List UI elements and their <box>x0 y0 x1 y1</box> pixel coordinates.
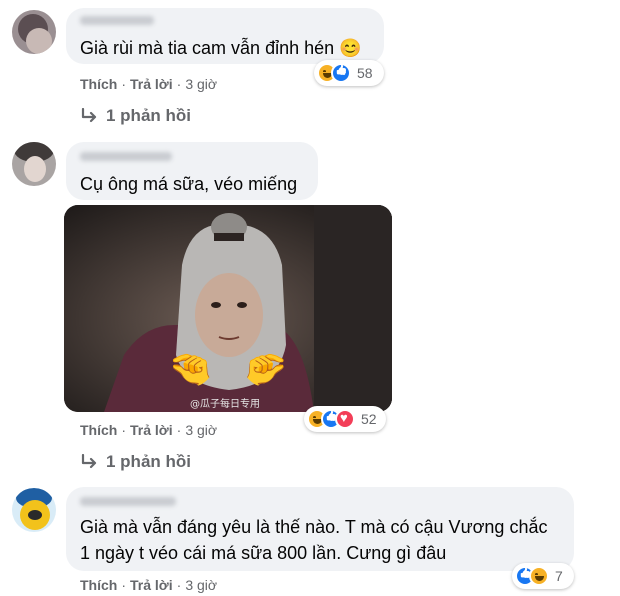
avatar[interactable] <box>12 488 56 532</box>
reply-arrow-icon <box>81 108 97 123</box>
comment-text-line: 1 ngày t véo cái má sữa 800 lần. Cưng gì… <box>80 543 447 563</box>
comment-actions: Thích · Trả lời · 3 giờ <box>80 577 218 593</box>
reply-button[interactable]: Trả lời <box>130 76 173 92</box>
pinch-hand-right-icon: 🤏 <box>244 348 289 389</box>
comment-text: Già rùi mà tia cam vẫn đỉnh hén 😊 <box>80 38 362 58</box>
reaction-count: 58 <box>357 65 373 81</box>
reaction-summary[interactable]: 7 <box>512 563 574 589</box>
smile-emoji-icon: 😊 <box>339 38 362 58</box>
like-reaction-icon <box>331 63 351 83</box>
comment-bubble: Già rùi mà tia cam vẫn đỉnh hén 😊 <box>66 8 384 64</box>
reply-button[interactable]: Trả lời <box>130 577 173 593</box>
comment-timestamp[interactable]: 3 giờ <box>185 577 217 593</box>
like-button[interactable]: Thích <box>80 76 117 92</box>
reaction-summary[interactable]: 58 <box>314 60 384 86</box>
reaction-count: 52 <box>361 411 377 427</box>
comment-text: Cụ ông má sữa, véo miếng <box>80 174 298 194</box>
reaction-count: 7 <box>555 568 563 584</box>
comment-timestamp[interactable]: 3 giờ <box>185 76 217 92</box>
image-watermark: @瓜子每日专用 <box>190 399 260 410</box>
commenter-name[interactable] <box>80 497 176 506</box>
comment-bubble: Cụ ông má sữa, véo miếng <box>66 142 318 200</box>
reaction-summary[interactable]: 52 <box>304 406 386 432</box>
comment-actions: Thích · Trả lời · 3 giờ <box>80 422 218 438</box>
comment-bubble: Già mà vẫn đáng yêu là thế nào. T mà có … <box>66 487 574 571</box>
reply-arrow-icon <box>81 454 97 469</box>
love-reaction-icon <box>335 409 355 429</box>
commenter-name[interactable] <box>80 152 172 161</box>
haha-reaction-icon <box>529 566 549 586</box>
like-button[interactable]: Thích <box>80 422 117 438</box>
avatar[interactable] <box>12 10 56 54</box>
commenter-name[interactable] <box>80 16 154 25</box>
avatar[interactable] <box>12 142 56 186</box>
comment-text-line: Già mà vẫn đáng yêu là thế nào. T mà có … <box>80 517 548 537</box>
pinch-hand-left-icon: 🤏 <box>168 348 213 389</box>
view-replies-link[interactable]: 1 phản hồi <box>80 452 191 472</box>
meme-picture <box>64 205 392 412</box>
comment-timestamp[interactable]: 3 giờ <box>185 422 217 438</box>
comment-actions: Thích · Trả lời · 3 giờ <box>80 76 218 92</box>
reply-button[interactable]: Trả lời <box>130 422 173 438</box>
view-replies-link[interactable]: 1 phản hồi <box>80 106 191 126</box>
attached-image[interactable]: 🤏 🤏 @瓜子每日专用 <box>64 205 392 412</box>
like-button[interactable]: Thích <box>80 577 117 593</box>
